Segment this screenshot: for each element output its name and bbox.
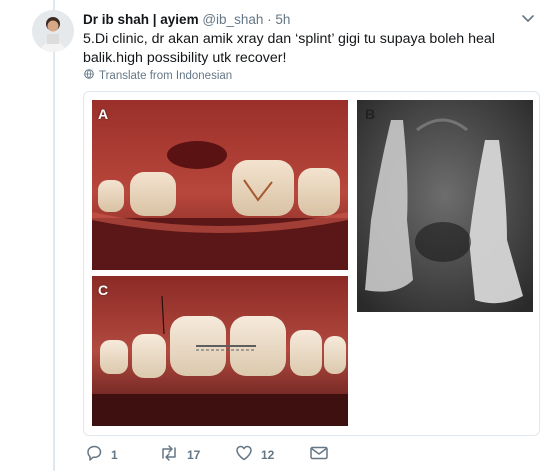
author-handle[interactable]: @ib_shah bbox=[202, 12, 263, 27]
reply-button[interactable]: 1 bbox=[85, 444, 118, 465]
timestamp[interactable]: 5h bbox=[275, 12, 290, 27]
tweet-text: 5.Di clinic, dr akan amik xray dan ‘spli… bbox=[83, 31, 495, 66]
reply-count: 1 bbox=[111, 447, 118, 462]
retweet-icon bbox=[159, 444, 179, 465]
photo-panel-c: C bbox=[92, 276, 348, 426]
panel-label-a: A bbox=[98, 106, 109, 122]
avatar[interactable] bbox=[32, 10, 74, 52]
tweet-actions: 1 17 12 bbox=[83, 444, 383, 464]
chevron-down-icon[interactable] bbox=[520, 10, 536, 26]
xray-panel-b: B bbox=[357, 100, 533, 312]
panel-label-b: B bbox=[365, 106, 376, 122]
reply-icon bbox=[85, 444, 103, 465]
like-count: 12 bbox=[261, 447, 275, 462]
panel-label-c: C bbox=[98, 282, 109, 298]
photo-panel-a: A bbox=[92, 100, 348, 270]
like-button[interactable]: 12 bbox=[235, 444, 274, 465]
heart-icon bbox=[235, 444, 253, 465]
media-image[interactable]: A B C bbox=[83, 91, 540, 436]
envelope-icon bbox=[309, 444, 329, 465]
tweet-header: Dr ib shah | ayiem @ib_shah · 5h bbox=[83, 12, 290, 27]
thread-line bbox=[0, 0, 55, 471]
translate-link[interactable]: Translate from Indonesian bbox=[84, 69, 232, 82]
author-name[interactable]: Dr ib shah | ayiem bbox=[83, 12, 199, 27]
retweet-count: 17 bbox=[187, 447, 201, 462]
globe-icon bbox=[84, 69, 94, 82]
retweet-button[interactable]: 17 bbox=[159, 444, 200, 465]
separator-dot: · bbox=[267, 12, 272, 27]
translate-label: Translate from Indonesian bbox=[99, 69, 233, 82]
dm-button[interactable] bbox=[309, 444, 329, 465]
